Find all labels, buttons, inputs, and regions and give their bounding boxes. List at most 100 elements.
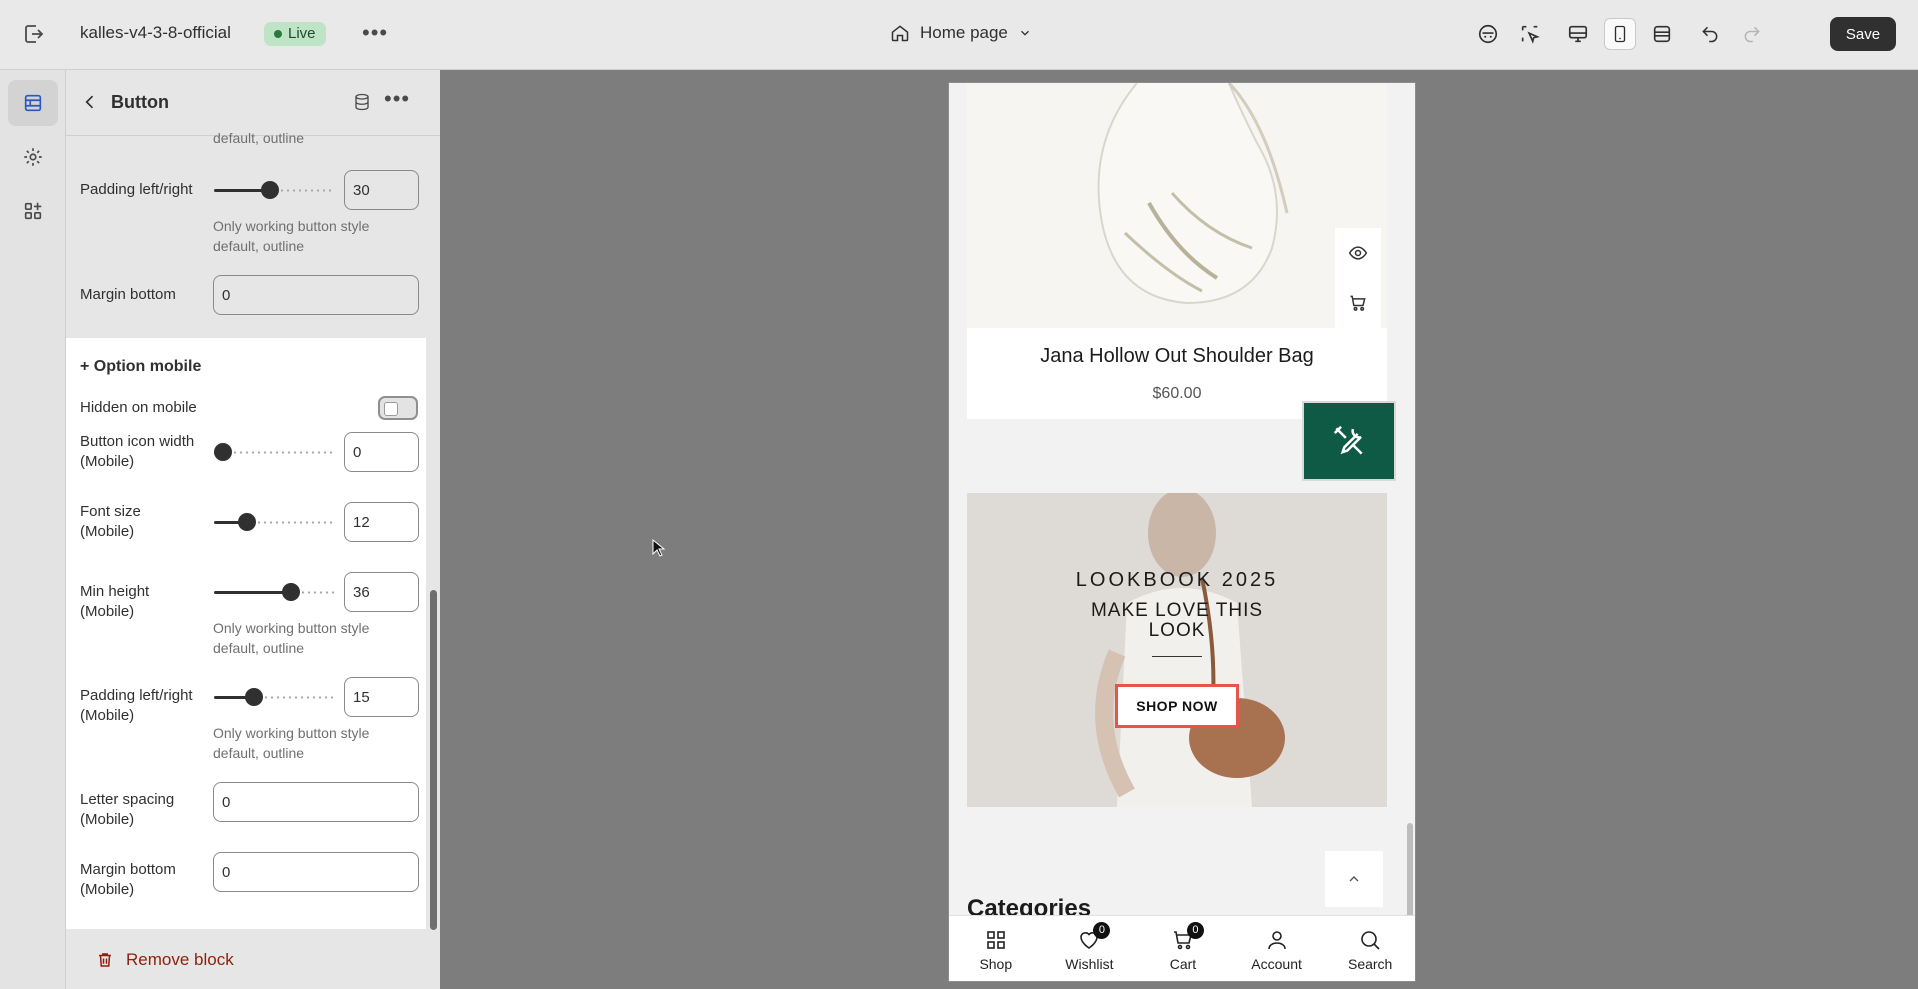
product-image[interactable] bbox=[967, 83, 1387, 328]
shop-now-button[interactable]: SHOP NOW bbox=[1115, 684, 1239, 728]
margin-bottom-mobile-label-1: Margin bottom bbox=[80, 861, 176, 878]
exit-icon[interactable] bbox=[22, 22, 48, 48]
font-size-input[interactable] bbox=[344, 502, 419, 542]
chevron-down-icon bbox=[1020, 30, 1029, 36]
save-button[interactable]: Save bbox=[1830, 17, 1896, 51]
grid-icon bbox=[986, 930, 1005, 949]
shop-now-label: SHOP NOW bbox=[1136, 698, 1218, 714]
padding-lr-mobile-label-2: (Mobile) bbox=[80, 707, 135, 724]
nav-shop[interactable]: Shop bbox=[956, 928, 1036, 972]
slider-thumb[interactable] bbox=[238, 513, 257, 531]
back-to-top-button[interactable] bbox=[1325, 851, 1383, 907]
eye-icon[interactable] bbox=[1348, 243, 1368, 263]
margin-bottom-label: Margin bottom bbox=[80, 286, 176, 303]
icon-width-label-2: (Mobile) bbox=[80, 453, 135, 470]
padding-lr-help-2: default, outline bbox=[213, 238, 305, 254]
undo-icon[interactable] bbox=[1694, 18, 1726, 50]
left-rail bbox=[0, 70, 66, 989]
nav-search[interactable]: Search bbox=[1330, 928, 1410, 972]
back-arrow-icon[interactable] bbox=[80, 92, 100, 117]
home-icon bbox=[891, 25, 909, 42]
remove-block-button[interactable]: Remove block bbox=[96, 950, 234, 970]
desktop-view-icon[interactable] bbox=[1562, 18, 1594, 50]
slider-thumb[interactable] bbox=[214, 443, 232, 461]
margin-bottom-input[interactable] bbox=[213, 275, 419, 315]
product-card[interactable]: Jana Hollow Out Shoulder Bag $60.00 bbox=[967, 83, 1387, 419]
hidden-on-mobile-label: Hidden on mobile bbox=[80, 399, 197, 416]
margin-bottom-mobile-input[interactable] bbox=[213, 852, 419, 892]
store-name: kalles-v4-3-8-official bbox=[80, 23, 231, 42]
product-quick-actions bbox=[1335, 228, 1381, 328]
min-height-help-2: default, outline bbox=[213, 640, 305, 656]
inspector-icon[interactable] bbox=[1514, 18, 1546, 50]
slider-thumb[interactable] bbox=[260, 181, 279, 199]
live-status-badge: Live bbox=[264, 22, 326, 46]
page-selector-label: Home page bbox=[920, 23, 1008, 42]
search-icon bbox=[1361, 930, 1380, 950]
nav-account[interactable]: Account bbox=[1237, 928, 1317, 972]
padding-lr-mobile-label-1: Padding left/right bbox=[80, 687, 193, 704]
icon-width-label-1: Button icon width bbox=[80, 433, 195, 450]
wishlist-count-badge: 0 bbox=[1093, 921, 1111, 939]
rail-apps[interactable] bbox=[8, 188, 58, 234]
padding-lr-input[interactable] bbox=[344, 170, 419, 210]
block-settings-panel: Button ••• default, outline Padding left… bbox=[66, 70, 440, 989]
min-height-slider[interactable] bbox=[214, 582, 334, 602]
letter-spacing-input[interactable] bbox=[213, 782, 419, 822]
theme-tools-button[interactable] bbox=[1302, 401, 1396, 481]
letter-spacing-label-2: (Mobile) bbox=[80, 811, 135, 828]
mobile-bottom-nav: Shop 0 Wishlist 0 Cart Account Search bbox=[949, 915, 1415, 981]
padding-lr-help-1: Only working button style bbox=[213, 218, 370, 234]
font-size-label-1: Font size bbox=[80, 503, 141, 520]
min-height-label-2: (Mobile) bbox=[80, 603, 135, 620]
nav-label: Search bbox=[1347, 955, 1393, 972]
slider-thumb[interactable] bbox=[244, 688, 263, 706]
database-icon[interactable] bbox=[353, 93, 371, 116]
product-name[interactable]: Jana Hollow Out Shoulder Bag bbox=[967, 345, 1387, 368]
nav-label: Shop bbox=[979, 955, 1013, 972]
page-selector[interactable]: Home page bbox=[890, 23, 1032, 43]
redo-icon[interactable] bbox=[1736, 18, 1768, 50]
panel-more-icon[interactable]: ••• bbox=[384, 86, 410, 112]
min-height-help-1: Only working button style bbox=[213, 620, 370, 636]
font-size-slider[interactable] bbox=[214, 512, 334, 532]
padding-lr-mobile-slider[interactable] bbox=[214, 687, 334, 707]
padding-lr-mobile-help-1: Only working button style bbox=[213, 725, 370, 741]
hidden-on-mobile-toggle[interactable] bbox=[378, 396, 418, 420]
font-size-label-2: (Mobile) bbox=[80, 523, 135, 540]
padding-lr-label: Padding left/right bbox=[80, 181, 193, 198]
option-mobile-group: + Option mobile Hidden on mobile Button … bbox=[66, 338, 426, 929]
preview-scrollbar[interactable] bbox=[1407, 823, 1413, 923]
nav-cart[interactable]: 0 Cart bbox=[1143, 921, 1223, 972]
mouse-cursor-icon bbox=[652, 539, 666, 557]
rail-sections[interactable] bbox=[8, 80, 58, 126]
sidekick-icon[interactable] bbox=[1472, 18, 1504, 50]
panel-title: Button bbox=[111, 92, 169, 112]
lookbook-banner[interactable]: LOOKBOOK 2025 MAKE LOVE THIS LOOK SHOP N… bbox=[967, 493, 1387, 807]
user-icon bbox=[1267, 930, 1286, 949]
icon-width-slider[interactable] bbox=[214, 442, 334, 462]
padding-lr-mobile-help-2: default, outline bbox=[213, 745, 305, 761]
letter-spacing-label-1: Letter spacing bbox=[80, 791, 175, 808]
panel-header: Button ••• bbox=[66, 70, 440, 136]
padding-lr-slider[interactable] bbox=[214, 180, 334, 200]
lookbook-divider bbox=[1152, 656, 1202, 657]
fullscreen-view-icon[interactable] bbox=[1646, 18, 1678, 50]
apps-icon bbox=[24, 202, 42, 220]
cart-count-badge: 0 bbox=[1186, 921, 1204, 939]
add-to-cart-icon[interactable] bbox=[1348, 293, 1368, 313]
min-height-input[interactable] bbox=[344, 572, 419, 612]
lookbook-subtitle: MAKE LOVE THIS LOOK bbox=[1090, 600, 1264, 641]
wrench-screwdriver-icon bbox=[1333, 425, 1363, 455]
rail-theme-settings[interactable] bbox=[8, 134, 58, 180]
lookbook-title: LOOKBOOK 2025 bbox=[1075, 569, 1279, 591]
mobile-view-icon[interactable] bbox=[1604, 18, 1636, 50]
more-actions-icon[interactable]: ••• bbox=[362, 20, 388, 46]
help-text-partial: default, outline bbox=[213, 130, 305, 146]
padding-lr-mobile-input[interactable] bbox=[344, 677, 419, 717]
nav-label: Account bbox=[1251, 955, 1302, 972]
icon-width-input[interactable] bbox=[344, 432, 419, 472]
panel-scrollbar[interactable] bbox=[430, 590, 437, 930]
nav-wishlist[interactable]: 0 Wishlist bbox=[1049, 921, 1129, 972]
slider-thumb[interactable] bbox=[282, 583, 301, 601]
